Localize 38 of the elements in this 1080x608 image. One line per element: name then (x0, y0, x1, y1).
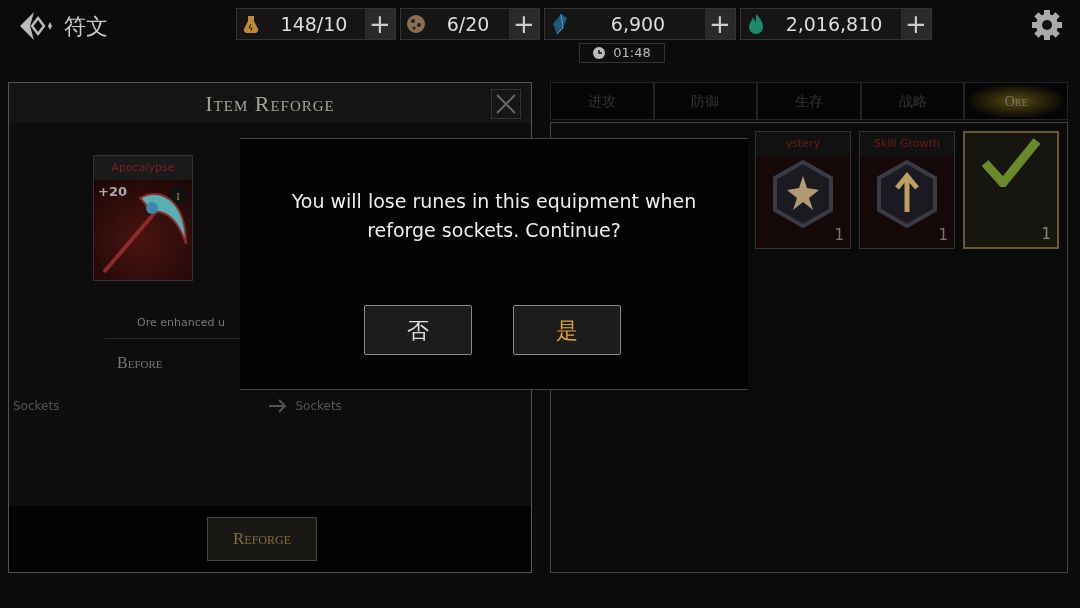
rune-name: ystery (756, 132, 850, 156)
rune-count: 1 (834, 224, 844, 246)
item-name: Apocalypse (110, 159, 176, 176)
timer-text: 01:48 (613, 44, 651, 63)
dialog-message: You will lose runes in this equipment when reforge sockets. Continue? (290, 189, 698, 243)
star-rune-icon (773, 160, 833, 228)
resource-value: 6,900 (609, 11, 667, 37)
check-icon (981, 137, 1041, 187)
cancel-button[interactable]: 否 (363, 305, 472, 355)
arrow-rune-icon (877, 160, 937, 228)
rune-count: 1 (1041, 223, 1051, 245)
rune-name: Skill Growth (860, 132, 954, 156)
panel-title: Item Reforge (205, 89, 335, 118)
item-level: +20 (98, 183, 127, 201)
app-title: 符文 (64, 12, 108, 41)
add-button[interactable]: + (509, 9, 539, 39)
before-label: Before (117, 352, 163, 373)
note-text: Ore enhanced u (137, 315, 225, 331)
close-button[interactable] (491, 89, 521, 119)
arrow-icon (267, 396, 288, 415)
resource-value: 148/10 (279, 11, 349, 37)
stat-label: Sockets (13, 397, 60, 415)
rune-card[interactable]: ystery 1 (755, 131, 851, 249)
resource-value: 2,016,810 (784, 11, 884, 37)
clock-icon (593, 47, 606, 59)
confirm-button[interactable]: 是 (512, 305, 621, 355)
rune-card[interactable]: 1 (963, 131, 1059, 249)
add-button[interactable]: + (705, 9, 735, 39)
stat-label: Sockets (295, 397, 342, 415)
reforge-button[interactable]: Reforge (207, 517, 317, 561)
item-card[interactable]: Apocalypse +20 I (93, 155, 193, 281)
resource-value: 6/20 (445, 11, 491, 37)
add-button[interactable]: + (901, 9, 931, 39)
settings-icon[interactable] (1030, 8, 1064, 42)
add-button[interactable]: + (365, 9, 395, 39)
rune-count: 1 (938, 224, 948, 246)
cookie-icon (405, 12, 427, 36)
rune-card[interactable]: Skill Growth 1 (859, 131, 955, 249)
